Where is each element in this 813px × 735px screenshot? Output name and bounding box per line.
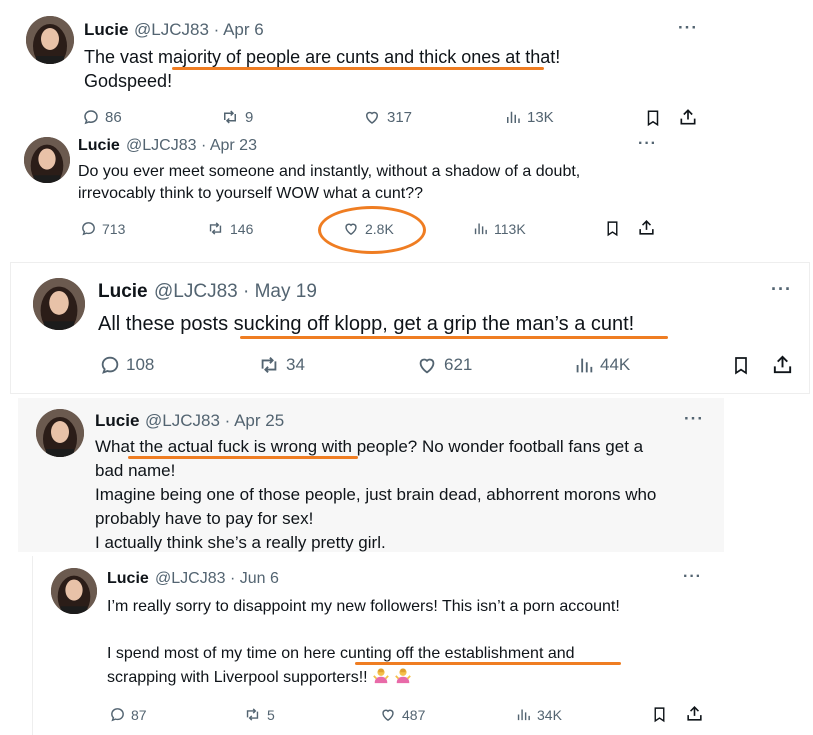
more-options-button[interactable]: ···: [771, 279, 792, 300]
tweet-line: I spend most of my time on here cunting …: [107, 645, 575, 662]
author-handle-date[interactable]: @LJCJ83 · Apr 23: [126, 137, 257, 155]
repost-button[interactable]: 34: [257, 354, 305, 376]
highlight-circle: [318, 206, 426, 254]
reply-icon: [101, 356, 119, 374]
tweet-line: I actually think she’s a really pretty g…: [95, 533, 386, 552]
tweet-line: Godspeed!: [84, 71, 173, 91]
highlight-underline: [128, 456, 358, 459]
tweet-card[interactable]: Lucie @LJCJ83 · Jun 6 ··· I’m really sor…: [32, 556, 722, 735]
tweet-line: Do you ever meet someone and instantly, …: [78, 163, 581, 180]
reply-count: 713: [102, 220, 126, 237]
author-name[interactable]: Lucie: [84, 20, 128, 40]
avatar[interactable]: [51, 568, 97, 614]
reply-button[interactable]: 86: [82, 108, 122, 126]
reply-count: 86: [105, 108, 122, 126]
views-button[interactable]: 113K: [472, 220, 526, 237]
share-icon[interactable]: [678, 107, 698, 127]
reply-button[interactable]: 87: [109, 706, 147, 723]
repost-count: 34: [286, 355, 305, 374]
views-button[interactable]: 44K: [573, 354, 630, 376]
tweet-line: I’m really sorry to disappoint my new fo…: [107, 598, 620, 615]
tweet-card[interactable]: Lucie @LJCJ83 · Apr 23 ··· Do you ever m…: [10, 133, 678, 254]
share-icon[interactable]: [771, 353, 794, 376]
views-count: 44K: [600, 355, 631, 374]
repost-count: 146: [230, 220, 254, 237]
author-name[interactable]: Lucie: [95, 411, 139, 431]
more-options-button[interactable]: ···: [638, 135, 657, 153]
bookmark-icon[interactable]: [604, 219, 621, 238]
tweet-card[interactable]: Lucie @LJCJ83 · Apr 25 ··· What the actu…: [18, 398, 724, 552]
author-name[interactable]: Lucie: [98, 281, 148, 303]
avatar[interactable]: [26, 16, 74, 64]
repost-count: 5: [267, 706, 275, 723]
highlight-underline: [355, 662, 621, 665]
views-button[interactable]: 13K: [504, 108, 554, 126]
author-handle-date[interactable]: @LJCJ83 · Apr 25: [145, 411, 284, 431]
more-options-button[interactable]: ···: [683, 568, 702, 586]
tweet-line: Imagine being one of those people, just …: [95, 485, 657, 504]
highlight-underline: [172, 67, 544, 70]
avatar[interactable]: [36, 409, 84, 457]
like-icon: [382, 709, 394, 722]
views-count: 13K: [527, 108, 554, 126]
like-button[interactable]: 621: [415, 354, 472, 376]
views-count: 34K: [537, 706, 562, 723]
highlight-underline: [240, 336, 668, 339]
avatar[interactable]: [24, 137, 70, 183]
repost-button[interactable]: 5: [243, 706, 275, 723]
like-icon: [365, 111, 379, 124]
like-count: 487: [402, 706, 426, 723]
like-icon: [419, 358, 435, 374]
more-options-button[interactable]: ···: [678, 18, 698, 38]
repost-icon: [224, 110, 236, 124]
woman-shrugging-emoji: [373, 668, 389, 684]
repost-icon: [246, 708, 259, 721]
reply-icon: [82, 222, 95, 236]
woman-shrugging-emoji: [395, 668, 412, 684]
repost-icon: [261, 357, 277, 373]
like-count: 317: [387, 108, 413, 126]
views-icon: [507, 111, 520, 123]
views-button[interactable]: 34K: [515, 706, 562, 723]
views-icon: [474, 223, 487, 235]
author-name[interactable]: Lucie: [78, 137, 120, 155]
author-handle-date[interactable]: @LJCJ83 · Apr 6: [134, 20, 264, 40]
reply-icon: [84, 110, 98, 125]
avatar[interactable]: [33, 278, 85, 330]
repost-button[interactable]: 9: [220, 108, 253, 126]
more-options-button[interactable]: ···: [684, 409, 704, 429]
tweet-line: All these posts sucking off klopp, get a…: [98, 313, 635, 335]
like-button[interactable]: 487: [379, 706, 425, 723]
tweet-card[interactable]: Lucie @LJCJ83 · Apr 6 ··· The vast major…: [12, 4, 720, 132]
reply-button[interactable]: 713: [80, 220, 125, 237]
views-icon: [576, 358, 593, 373]
reply-button[interactable]: 108: [99, 354, 154, 376]
author-name[interactable]: Lucie: [107, 570, 149, 588]
tweet-line: probably have to pay for sex!: [95, 509, 314, 528]
tweet-line: scrapping with Liverpool supporters!!: [107, 669, 368, 686]
bookmark-icon[interactable]: [731, 354, 751, 377]
share-icon[interactable]: [685, 704, 704, 723]
views-icon: [517, 709, 530, 721]
reply-count: 87: [131, 706, 147, 723]
author-handle-date[interactable]: @LJCJ83 · Jun 6: [155, 570, 279, 588]
tweet-line-with-emoji: scrapping with Liverpool supporters!!: [107, 666, 412, 688]
reply-count: 108: [126, 355, 155, 374]
share-icon[interactable]: [637, 218, 656, 237]
views-count: 113K: [494, 220, 526, 237]
repost-icon: [209, 222, 222, 235]
repost-count: 9: [245, 108, 254, 126]
tweet-card[interactable]: Lucie @LJCJ83 · May 19 ··· All these pos…: [10, 262, 810, 394]
bookmark-icon[interactable]: [644, 108, 662, 128]
repost-button[interactable]: 146: [206, 220, 253, 237]
tweet-line: bad name!: [95, 461, 176, 480]
reply-icon: [111, 708, 124, 722]
author-handle-date[interactable]: @LJCJ83 · May 19: [154, 281, 317, 303]
like-button[interactable]: 317: [362, 108, 412, 126]
like-count: 621: [444, 355, 473, 374]
tweet-line: irrevocably think to yourself WOW what a…: [78, 185, 424, 202]
bookmark-icon[interactable]: [651, 705, 668, 724]
